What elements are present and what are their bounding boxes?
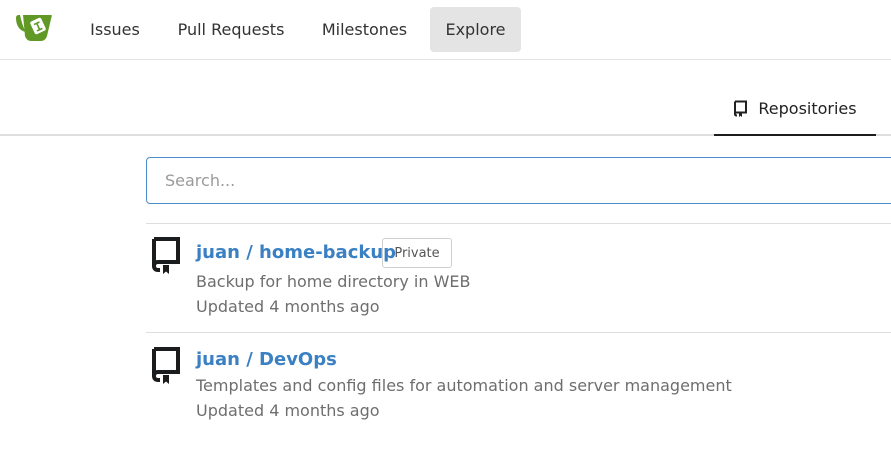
nav-explore-label: Explore [445, 20, 506, 39]
private-badge: Private [382, 238, 452, 268]
repo-description: Backup for home directory in WEB [196, 272, 471, 291]
repo-description: Templates and config files for automatio… [196, 376, 732, 395]
repo-updated-time: Updated 4 months ago [196, 297, 380, 316]
repo-icon [151, 237, 180, 274]
repo-updated-time: Updated 4 months ago [196, 401, 380, 420]
tab-repositories[interactable]: Repositories [714, 82, 876, 136]
repo-icon [733, 100, 749, 117]
nav-issues[interactable]: Issues [76, 7, 154, 52]
top-navbar: Issues Pull Requests Milestones Explore [0, 0, 891, 60]
repo-title-link[interactable]: juan / DevOps [196, 349, 337, 370]
search-input[interactable] [146, 157, 891, 204]
nav-milestones-label: Milestones [321, 20, 408, 39]
nav-pull-requests[interactable]: Pull Requests [164, 7, 298, 52]
nav-milestones[interactable]: Milestones [308, 7, 421, 52]
tab-repositories-label: Repositories [758, 98, 857, 118]
nav-explore[interactable]: Explore [430, 7, 521, 52]
gitea-logo-icon[interactable] [14, 12, 54, 44]
nav-pull-requests-label: Pull Requests [177, 20, 285, 39]
repo-icon [151, 347, 180, 384]
explore-tabs: Repositories [0, 60, 891, 136]
list-divider [146, 332, 891, 333]
repo-title-link[interactable]: juan / home-backup [196, 242, 396, 263]
list-divider [146, 223, 891, 224]
nav-issues-label: Issues [90, 20, 140, 39]
